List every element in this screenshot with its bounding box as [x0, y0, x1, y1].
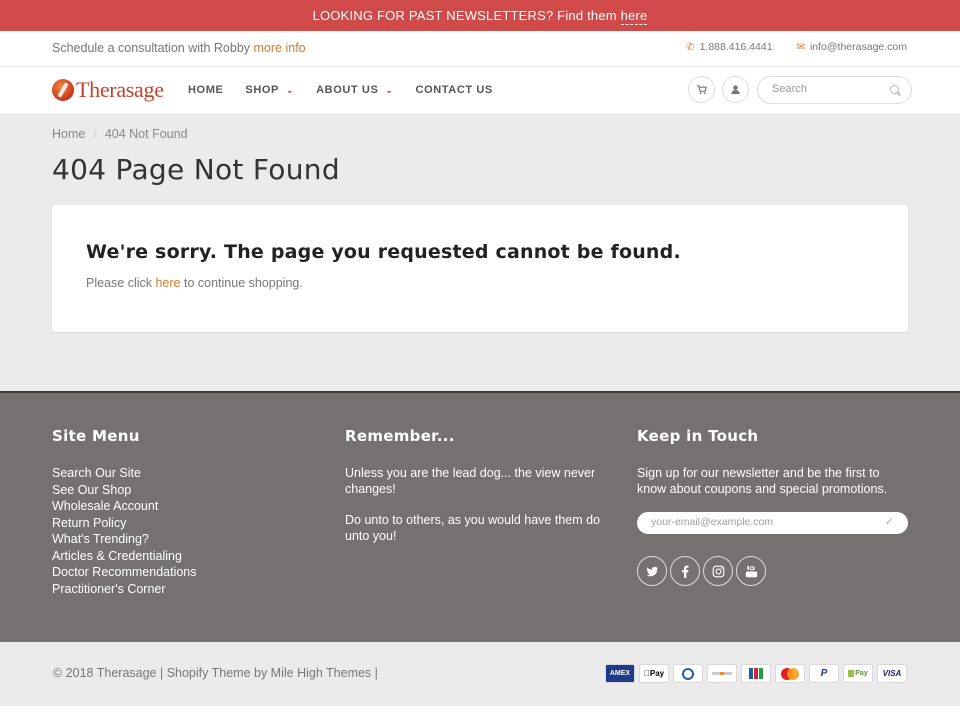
keep-in-touch-title: Keep in Touch: [637, 427, 759, 445]
facebook-icon: [681, 565, 689, 578]
chevron-down-icon: ⌄: [285, 84, 295, 95]
utility-bar: Schedule a consultation with Robby more …: [0, 31, 960, 67]
breadcrumb-separator: /: [93, 127, 97, 141]
shopify-pay-icon: Pay: [843, 664, 873, 683]
page-title: 404 Page Not Found: [52, 153, 340, 186]
footer-link-return-policy[interactable]: Return Policy: [52, 515, 312, 532]
nav-contact-label: CONTACT US: [415, 84, 493, 96]
nav-home-label: HOME: [188, 84, 224, 96]
cart-icon: [696, 85, 707, 95]
newsletter-text: Sign up for our newsletter and be the fi…: [637, 466, 888, 496]
more-info-link[interactable]: more info: [254, 41, 306, 55]
facebook-button[interactable]: [670, 556, 700, 586]
phone-contact[interactable]: ✆ 1.888.416.4441: [686, 31, 772, 64]
email-contact[interactable]: ✉ info@therasage.com: [797, 31, 907, 64]
email-placeholder: your-email@example.com: [651, 516, 774, 528]
site-menu-title: Site Menu: [52, 427, 140, 445]
nav-shop-label: SHOP: [245, 84, 279, 96]
breadcrumb-home[interactable]: Home: [52, 127, 85, 141]
message-after: to continue shopping.: [180, 276, 303, 290]
social-links: [637, 556, 766, 586]
footer-link-articles[interactable]: Articles & Credentialing: [52, 548, 312, 565]
announcement-link[interactable]: here: [620, 8, 648, 25]
footer-link-trending[interactable]: What's Trending?: [52, 531, 312, 548]
nav-about-label: ABOUT US: [316, 84, 379, 96]
account-button[interactable]: [722, 76, 749, 103]
youtube-button[interactable]: [736, 556, 766, 586]
diners-club-mark: [682, 667, 694, 680]
nav-shop[interactable]: SHOP ⌄: [245, 84, 294, 96]
announcement-text: LOOKING FOR PAST NEWSLETTERS? Find them: [312, 8, 621, 23]
announcement-bar: LOOKING FOR PAST NEWSLETTERS? Find them …: [0, 0, 960, 31]
twitter-button[interactable]: [637, 556, 667, 586]
footer-link-shop[interactable]: See Our Shop: [52, 482, 312, 499]
mastercard-mark: [780, 667, 800, 680]
instagram-icon: [712, 565, 724, 577]
jcb-icon: [741, 664, 771, 683]
not-found-message: Please click here to continue shopping.: [86, 276, 303, 290]
discover-mark: [712, 672, 732, 675]
breadcrumb-current: 404 Not Found: [104, 127, 188, 141]
american-express-icon: AMEX: [605, 664, 635, 683]
user-icon: [731, 85, 740, 95]
search-placeholder: Search: [772, 83, 807, 95]
nav-home[interactable]: HOME: [188, 84, 223, 96]
diners-club-icon: [673, 664, 703, 683]
apple-pay-label: Pay: [646, 669, 664, 678]
checkmark-icon[interactable]: ✓: [885, 515, 894, 528]
apple-pay-icon:  Pay: [639, 664, 669, 683]
not-found-card: We're sorry. The page you requested cann…: [52, 205, 908, 332]
nav-about-us[interactable]: ABOUT US ⌄: [316, 84, 393, 96]
main-content: Home / 404 Not Found 404 Page Not Found We…: [0, 115, 960, 392]
nav-contact-us[interactable]: CONTACT US: [416, 84, 493, 96]
twitter-icon: [645, 566, 658, 576]
phone-number: 1.888.416.4441: [699, 41, 773, 53]
cart-button[interactable]: [688, 76, 715, 103]
keep-in-touch-column: Keep in Touch Sign up for our newsletter…: [637, 427, 909, 497]
footer-link-wholesale[interactable]: Wholesale Account: [52, 498, 312, 515]
remember-quote-2: Do unto to others, as you would have the…: [345, 513, 601, 543]
discover-icon: [707, 664, 737, 683]
logo-mark-icon: [52, 79, 74, 101]
chevron-down-icon: ⌄: [385, 84, 394, 95]
footer-link-doctor[interactable]: Doctor Recommendations: [52, 564, 312, 581]
site-menu-column: Site Menu Search Our Site See Our Shop W…: [52, 427, 312, 597]
remember-title: Remember...: [345, 427, 455, 445]
paypal-icon: P: [809, 664, 839, 683]
logo[interactable]: Therasage: [52, 75, 164, 105]
mastercard-icon: [775, 664, 805, 683]
site-menu-links: Search Our Site See Our Shop Wholesale A…: [52, 465, 312, 597]
copyright-text: © 2018 Therasage | Shopify Theme by Mile…: [53, 666, 378, 680]
not-found-heading: We're sorry. The page you requested cann…: [86, 241, 681, 263]
main-nav: HOME SHOP ⌄ ABOUT US ⌄ CONTACT US: [188, 67, 493, 113]
payment-icons: AMEX  Pay P Pay VISA: [605, 664, 907, 683]
shopify-bag-icon: [848, 670, 855, 677]
continue-shopping-link[interactable]: here: [155, 276, 180, 290]
shopify-pay-label: Pay: [855, 670, 868, 677]
consultation-text: Schedule a consultation with Robby more …: [52, 31, 306, 66]
logo-text: Therasage: [76, 77, 164, 102]
footer-link-search[interactable]: Search Our Site: [52, 465, 312, 482]
search-icon[interactable]: [890, 85, 899, 94]
youtube-icon: [745, 565, 757, 577]
envelope-icon: ✉: [796, 42, 805, 53]
site-header: Therasage HOME SHOP ⌄ ABOUT US ⌄ CONTACT U…: [0, 67, 960, 115]
message-before: Please click: [86, 276, 156, 290]
contact-info: ✆ 1.888.416.4441 ✉ info@therasage.com: [686, 31, 907, 64]
phone-icon: ✆: [686, 42, 695, 53]
remember-column: Remember... Unless you are the lead dog.…: [345, 427, 615, 544]
search-input[interactable]: Search: [757, 76, 912, 104]
instagram-button[interactable]: [703, 556, 733, 586]
site-footer: Site Menu Search Our Site See Our Shop W…: [0, 393, 960, 642]
footer-link-practitioner[interactable]: Practitioner's Corner: [52, 581, 312, 598]
remember-quote-1: Unless you are the lead dog... the view …: [345, 466, 596, 496]
jcb-mark: [749, 668, 763, 679]
newsletter-email-input[interactable]: your-email@example.com ✓: [637, 512, 908, 534]
bottom-bar: © 2018 Therasage | Shopify Theme by Mile…: [0, 642, 960, 706]
consultation-label: Schedule a consultation with Robby: [52, 41, 254, 55]
email-address: info@therasage.com: [809, 41, 907, 53]
breadcrumb: Home / 404 Not Found: [52, 127, 188, 141]
visa-icon: VISA: [877, 664, 907, 683]
